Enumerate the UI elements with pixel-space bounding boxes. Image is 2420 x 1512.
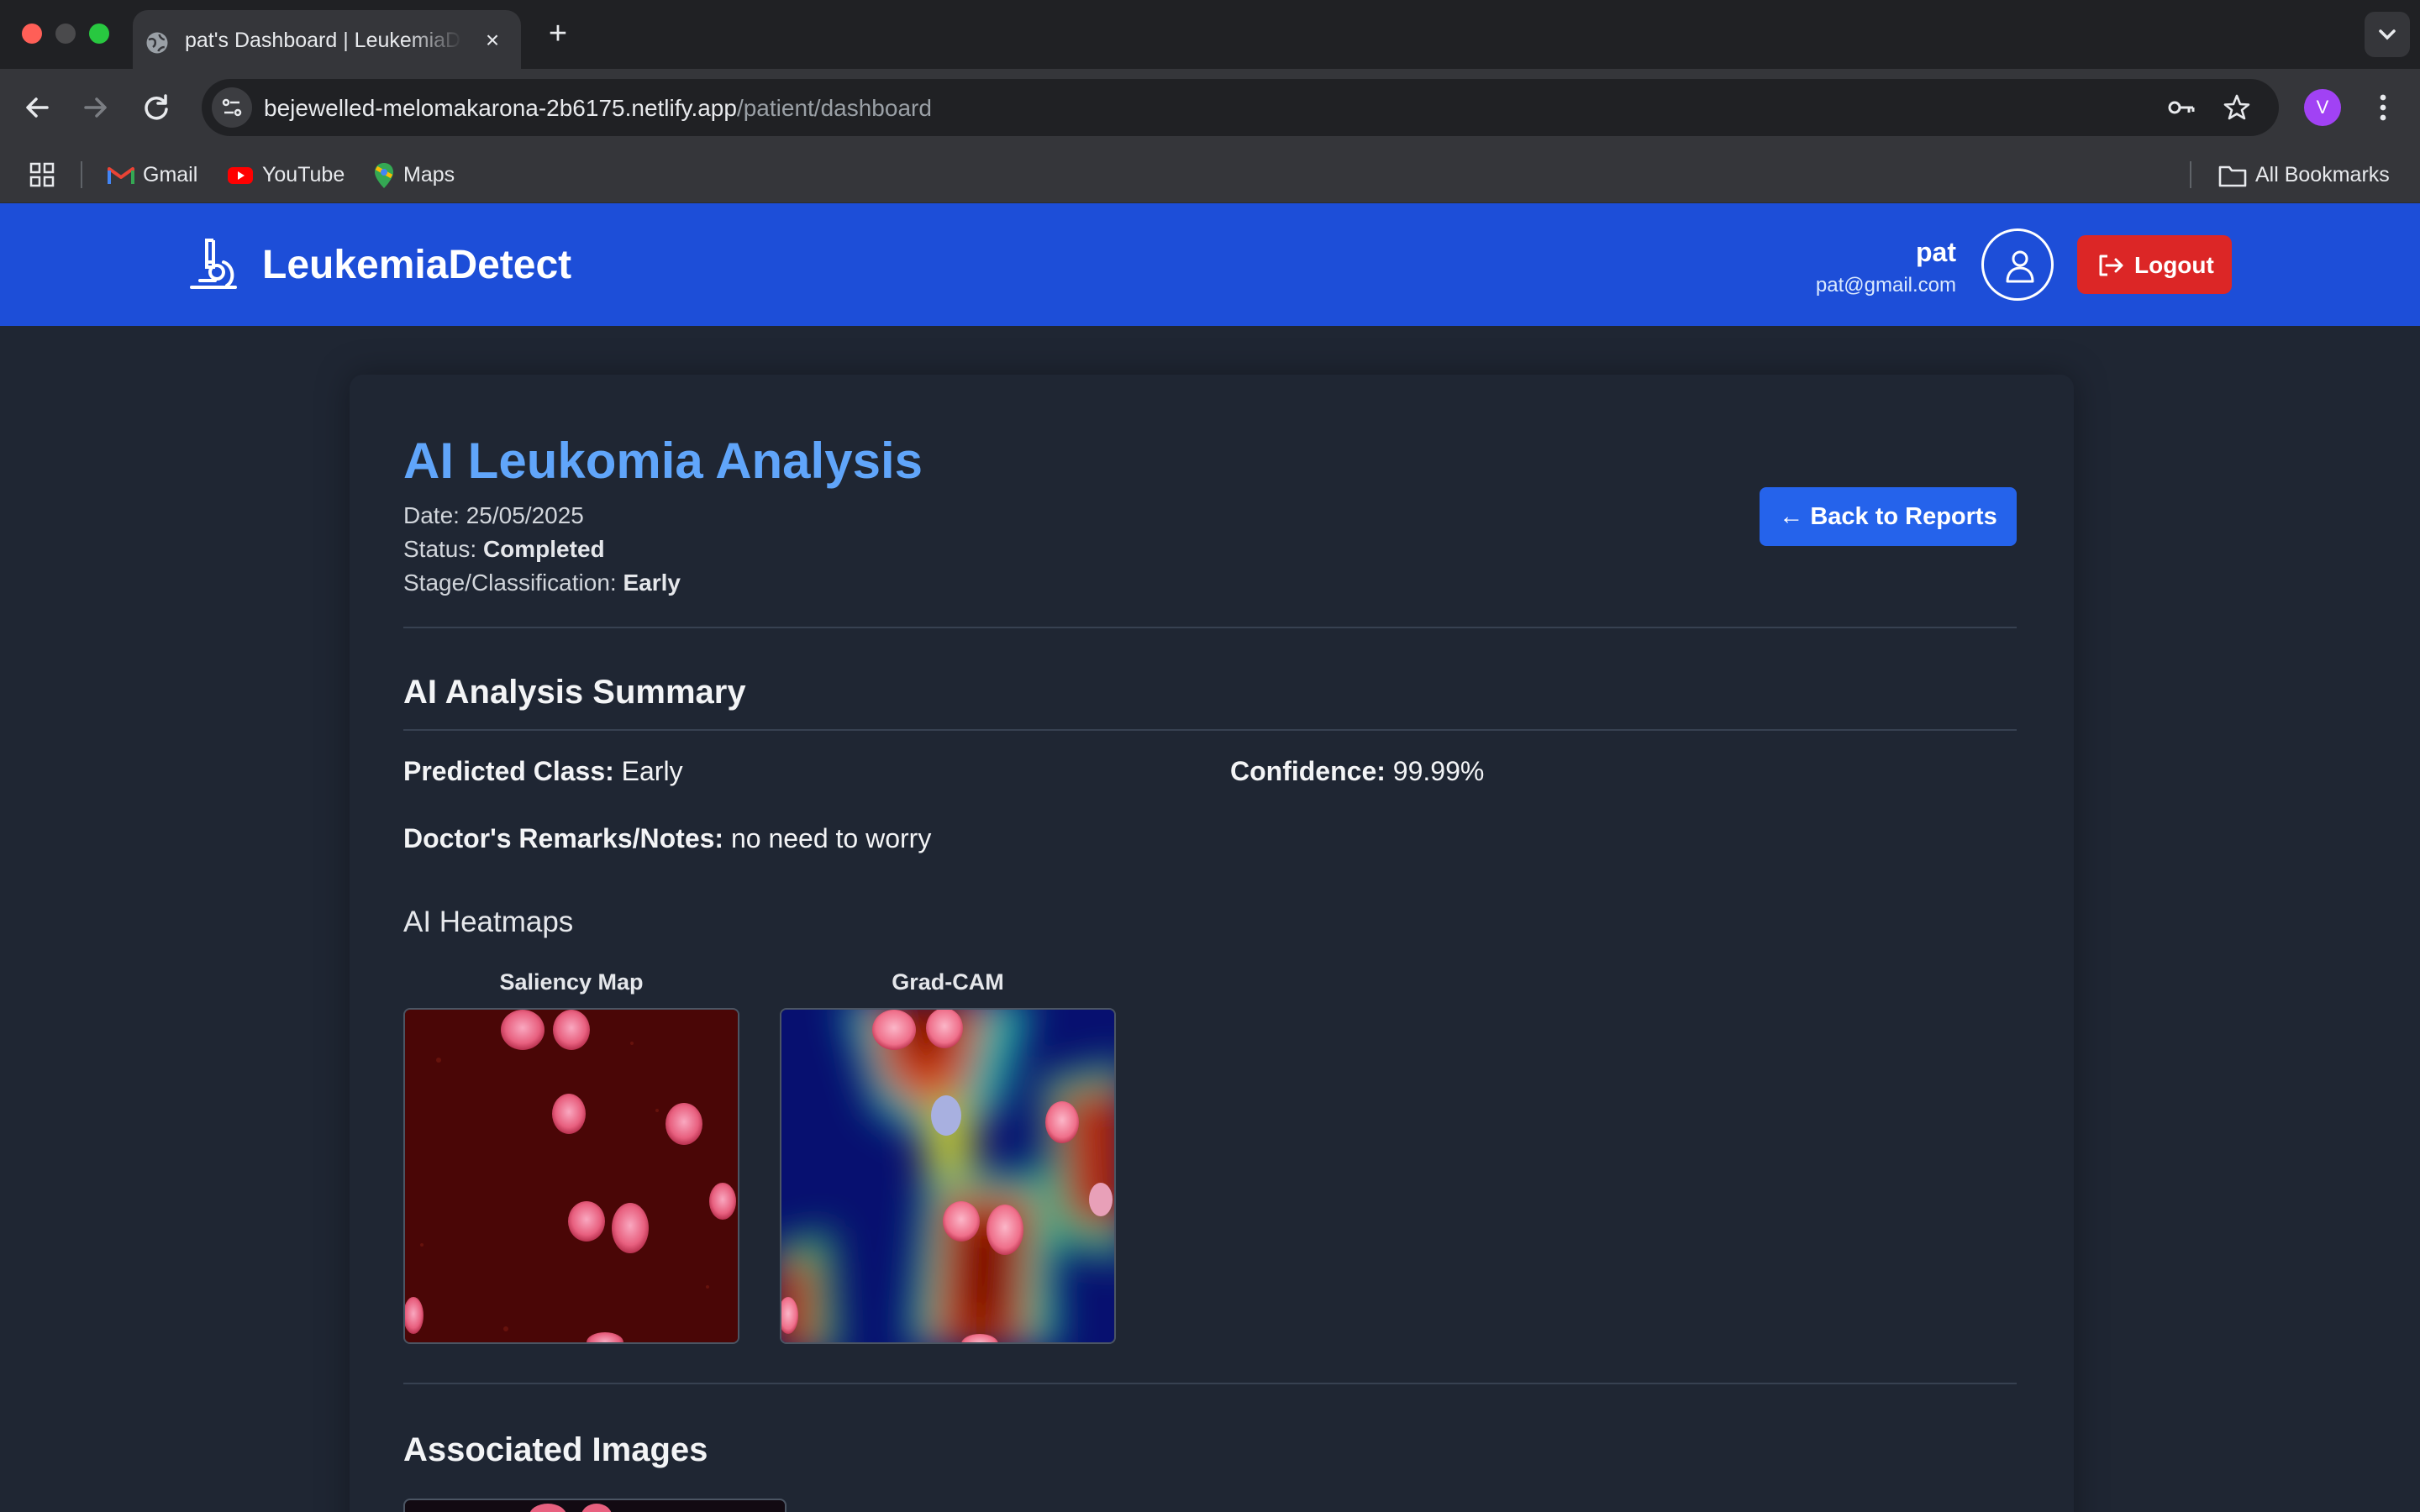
gmail-icon [108,167,134,185]
bookmark-separator [2190,161,2191,188]
maps-icon [375,163,393,189]
saliency-map-image[interactable] [403,1008,739,1344]
user-email: pat@gmail.com [1815,274,1956,297]
app-header: LeukemiaDetect pat pat@gmail.com Logout [0,203,2420,326]
bookmark-youtube[interactable]: YouTube [227,160,345,190]
all-bookmarks-label: All Bookmarks [2255,163,2390,186]
back-to-reports-button[interactable]: ← Back to Reports [1760,487,2017,546]
brand-name[interactable]: LeukemiaDetect [262,242,571,288]
bookmark-star-icon[interactable] [2222,92,2252,123]
youtube-icon [228,167,253,185]
stage-label: Stage/Classification: [403,570,617,596]
window-zoom-button[interactable] [89,24,109,44]
page-title: AI Leukomia Analysis [403,433,923,489]
password-key-icon[interactable] [2166,92,2196,123]
tab-close-icon[interactable]: × [479,27,506,54]
report-status: Status: Completed [403,536,605,563]
user-icon [2006,250,2034,283]
date-label: Date: [403,502,460,528]
status-label: Status: [403,536,477,562]
new-tab-button[interactable]: + [541,17,575,50]
user-name: pat [1916,237,1956,267]
predicted-class: Predicted Class: Early [403,756,683,787]
all-bookmarks-button[interactable]: All Bookmarks [2218,160,2390,190]
bookmark-gmail-label: Gmail [143,163,198,186]
bookmarks-bar: Gmail YouTube Maps All Bookmarks [0,146,2420,203]
bookmark-maps[interactable]: Maps [373,160,455,190]
bookmark-maps-label: Maps [403,163,455,186]
chevron-down-icon [2379,29,2396,40]
summary-heading: AI Analysis Summary [403,674,746,711]
url-text[interactable]: bejewelled-melomakarona-2b6175.netlify.a… [264,95,932,122]
user-avatar-button[interactable] [1981,228,2054,301]
report-stage: Stage/Classification: Early [403,570,681,596]
divider [403,627,2017,628]
associated-image-thumbnail[interactable] [403,1499,786,1512]
predicted-class-label: Predicted Class: [403,756,614,786]
url-host: bejewelled-melomakarona-2b6175.netlify.a… [264,95,737,121]
predicted-class-value: Early [621,756,683,786]
confidence: Confidence: 99.99% [1230,756,1484,787]
browser-toolbar: bejewelled-melomakarona-2b6175.netlify.a… [0,69,2420,146]
divider [403,729,2017,731]
back-arrow-icon[interactable] [18,89,55,126]
globe-icon [146,32,168,54]
tab-title: pat's Dashboard | LeukemiaDetect [185,29,462,52]
tab-search-button[interactable] [2365,12,2410,57]
confidence-label: Confidence: [1230,756,1386,786]
grad-cam-image[interactable] [780,1008,1116,1344]
remarks-label: Doctor's Remarks/Notes: [403,823,724,853]
logout-label: Logout [2134,252,2214,278]
profile-avatar[interactable]: V [2304,89,2341,126]
remarks-value: no need to worry [730,823,932,853]
status-value: Completed [482,536,605,562]
apps-grid-icon[interactable] [29,161,55,188]
browser-tab-strip: pat's Dashboard | LeukemiaDetect × + [0,0,2420,69]
window-close-button[interactable] [22,24,42,44]
forward-arrow-icon[interactable] [77,89,114,126]
bookmark-youtube-label: YouTube [262,163,345,186]
more-menu-icon[interactable] [2368,87,2398,128]
doctor-remarks: Doctor's Remarks/Notes: no need to worry [403,823,931,854]
microscope-icon [190,239,237,289]
browser-tab[interactable]: pat's Dashboard | LeukemiaDetect × [133,10,521,69]
bookmark-separator [81,161,82,188]
associated-images-heading: Associated Images [403,1431,708,1468]
confidence-value: 99.99% [1392,756,1485,786]
url-path: /patient/dashboard [736,95,932,121]
saliency-map-caption: Saliency Map [499,969,644,995]
heatmaps-heading: AI Heatmaps [403,906,574,938]
report-date: Date: 25/05/2025 [403,502,584,529]
bookmark-gmail[interactable]: Gmail [108,160,197,190]
logout-button[interactable]: Logout [2077,235,2232,294]
reload-icon[interactable] [138,89,175,126]
stage-value: Early [623,570,681,596]
divider [403,1383,2017,1384]
grad-cam-caption: Grad-CAM [892,969,1004,995]
address-bar[interactable]: bejewelled-melomakarona-2b6175.netlify.a… [202,79,2279,136]
window-minimize-button[interactable] [55,24,76,44]
site-settings-icon[interactable] [212,87,252,128]
date-value: 25/05/2025 [466,502,584,528]
logout-icon [2099,255,2123,276]
folder-icon [2218,166,2247,187]
